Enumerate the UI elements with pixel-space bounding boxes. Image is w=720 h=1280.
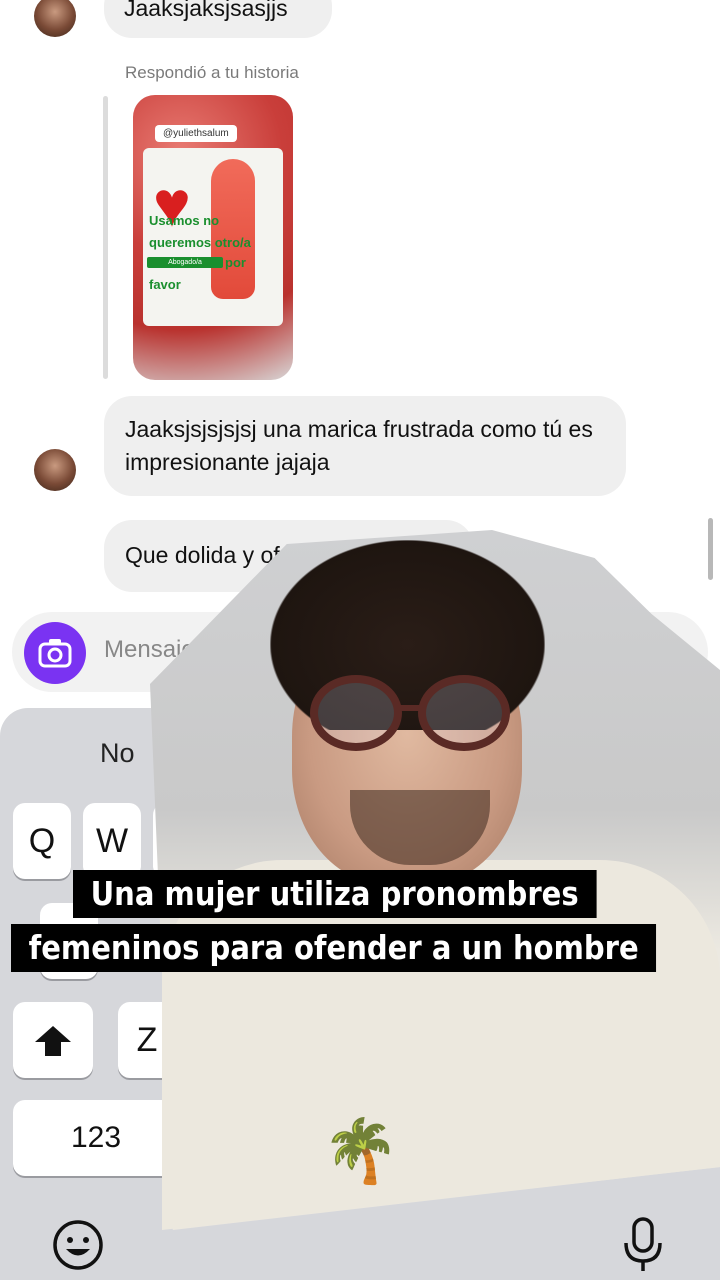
microphone-icon[interactable] bbox=[620, 1215, 666, 1275]
caption-line-1: Una mujer utiliza pronombres bbox=[73, 870, 597, 918]
message-text-previous: Jaaksjaksjsasjjs bbox=[124, 0, 288, 21]
story-text-line2: queremos otro/a bbox=[149, 235, 251, 250]
story-pill: Abogado/a bbox=[147, 257, 223, 268]
story-username: @yuliethsalum bbox=[155, 125, 237, 142]
mascot-illustration bbox=[211, 159, 255, 299]
numbers-key[interactable]: 123 bbox=[13, 1100, 179, 1176]
key-w[interactable]: W bbox=[83, 803, 141, 879]
key-q[interactable]: Q bbox=[13, 803, 71, 879]
story-text-line3: por bbox=[225, 255, 246, 270]
story-thumbnail[interactable]: @yuliethsalum ♥ Usamos no queremos otro/… bbox=[133, 95, 293, 380]
presenter-glasses bbox=[300, 675, 520, 755]
message-text-1: Jaaksjsjsjsjsj una marica frustrada como… bbox=[125, 416, 593, 475]
story-text-line4: favor bbox=[149, 277, 181, 292]
story-reply-label: Respondió a tu historia bbox=[125, 63, 299, 82]
story-text-line1: Usamos no bbox=[149, 213, 220, 228]
camera-icon[interactable] bbox=[24, 622, 86, 684]
message-bubble-previous: Jaaksjaksjsasjjs bbox=[104, 0, 332, 38]
suggestion-no[interactable]: No bbox=[100, 738, 135, 769]
shift-arrow-icon[interactable] bbox=[13, 1002, 93, 1078]
sender-avatar[interactable] bbox=[34, 449, 76, 491]
message-bubble-1: Jaaksjsjsjsjsj una marica frustrada como… bbox=[104, 396, 626, 496]
scrollbar[interactable] bbox=[708, 518, 713, 580]
emoji-icon[interactable] bbox=[50, 1218, 106, 1274]
sender-avatar-top[interactable] bbox=[34, 0, 76, 37]
story-reply-bar bbox=[103, 96, 108, 379]
caption-line-2: femeninos para ofender a un hombre bbox=[11, 924, 657, 972]
palm-tree-icon: 🌴 bbox=[322, 1117, 400, 1186]
